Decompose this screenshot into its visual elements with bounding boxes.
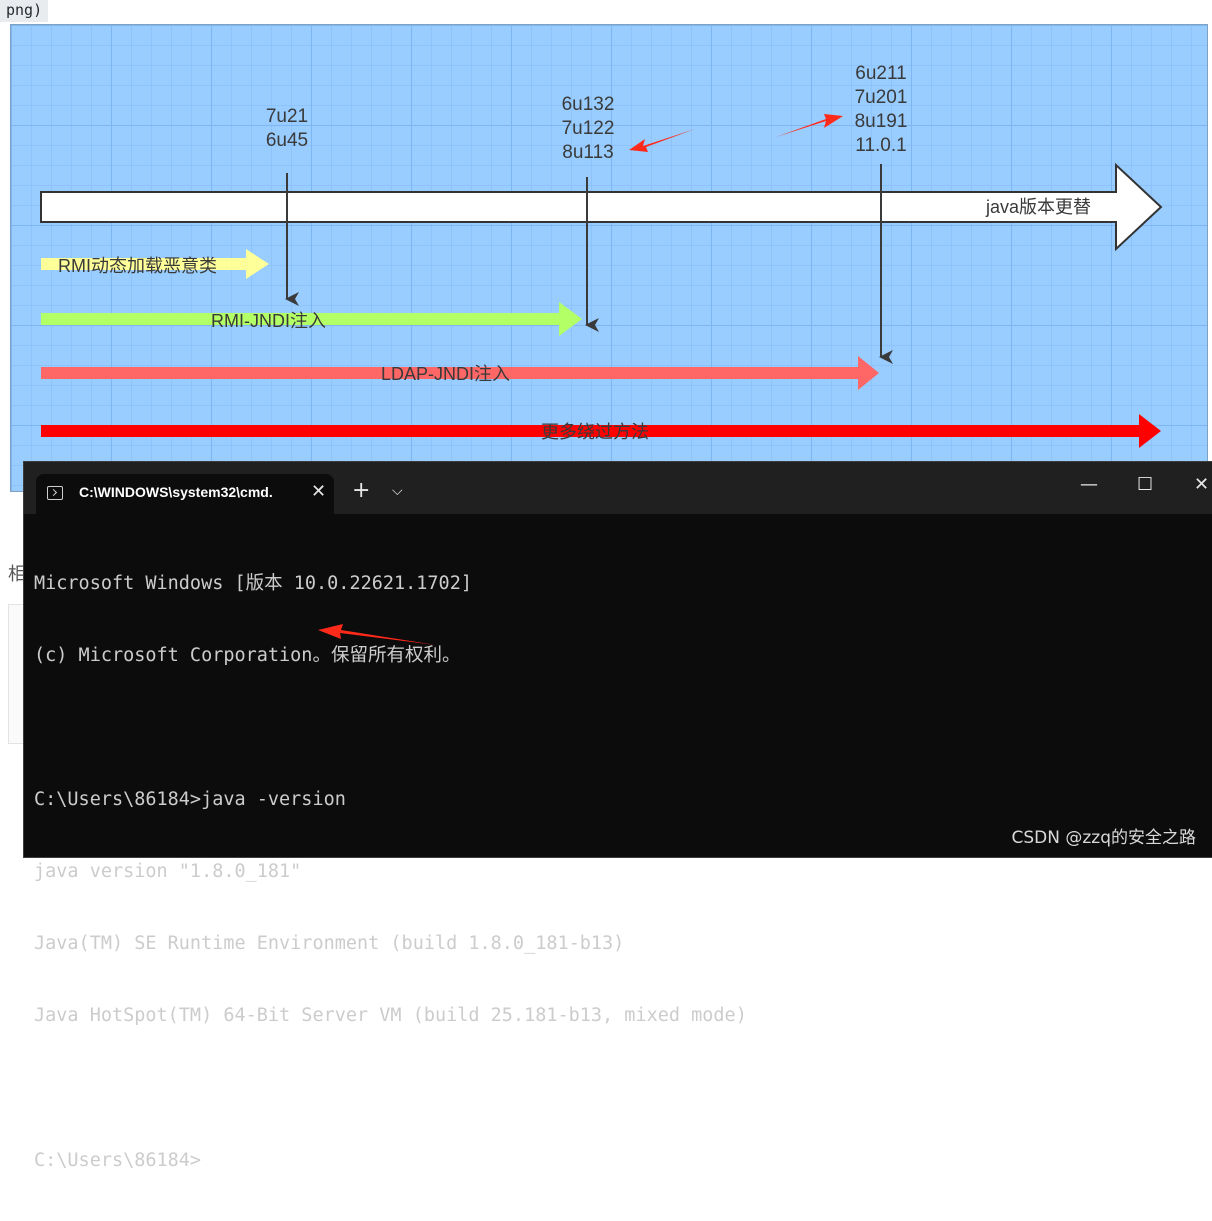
version-group-1: 7u21 6u45 xyxy=(265,106,309,151)
chevron-down-icon[interactable]: ⌵ xyxy=(392,484,403,498)
rmi-jndi-label: RMI-JNDI注入 xyxy=(211,311,326,331)
console-line: C:\Users\86184>java -version xyxy=(34,789,346,810)
tab-title: C:\WINDOWS\system32\cmd. xyxy=(79,484,273,500)
console-line: java version "1.8.0_181" xyxy=(34,861,302,882)
console-line: (c) Microsoft Corporation。保留所有权利。 xyxy=(34,645,461,666)
close-window-button[interactable]: ✕ xyxy=(1194,476,1209,494)
console-line: Java(TM) SE Runtime Environment (build 1… xyxy=(34,933,625,954)
more-bypass-label: 更多绕过方法 xyxy=(541,422,649,442)
console-output[interactable]: Microsoft Windows [版本 10.0.22621.1702] (… xyxy=(34,524,747,1221)
cmd-terminal-window[interactable]: C:\WINDOWS\system32\cmd. ✕ + ⌵ — ☐ ✕ Mic… xyxy=(23,461,1212,1171)
version-group-2: 6u132 7u122 8u113 xyxy=(561,94,615,163)
text-cursor xyxy=(201,1148,203,1170)
close-tab-icon[interactable]: ✕ xyxy=(311,483,326,501)
version-group-3: 6u211 7u201 8u191 11.0.1 xyxy=(854,63,908,156)
console-line: Java HotSpot(TM) 64-Bit Server VM (build… xyxy=(34,1005,747,1026)
page-code-snippet: png) xyxy=(0,0,49,22)
prompt-text: C:\Users\86184> xyxy=(34,1150,202,1171)
timeline-label: java版本更替 xyxy=(986,197,1092,217)
csdn-watermark: CSDN @zzq的安全之路 xyxy=(1011,828,1196,848)
terminal-icon xyxy=(47,486,63,500)
rmi-dynamic-label: RMI动态加载恶意类 xyxy=(58,256,217,276)
terminal-tab[interactable]: C:\WINDOWS\system32\cmd. ✕ xyxy=(36,474,334,514)
console-line: Microsoft Windows [版本 10.0.22621.1702] xyxy=(34,573,472,594)
java-version-diagram: 7u21 6u45 6u132 7u122 8u113 6u211 7u201 … xyxy=(10,24,1208,492)
ldap-jndi-label: LDAP-JNDI注入 xyxy=(381,364,511,384)
minimize-button[interactable]: — xyxy=(1080,476,1098,494)
maximize-button[interactable]: ☐ xyxy=(1137,476,1153,494)
prompt-line[interactable]: C:\Users\86184> xyxy=(34,1148,747,1173)
new-tab-button[interactable]: + xyxy=(352,480,370,502)
terminal-titlebar[interactable]: C:\WINDOWS\system32\cmd. ✕ + ⌵ — ☐ ✕ xyxy=(24,462,1212,514)
